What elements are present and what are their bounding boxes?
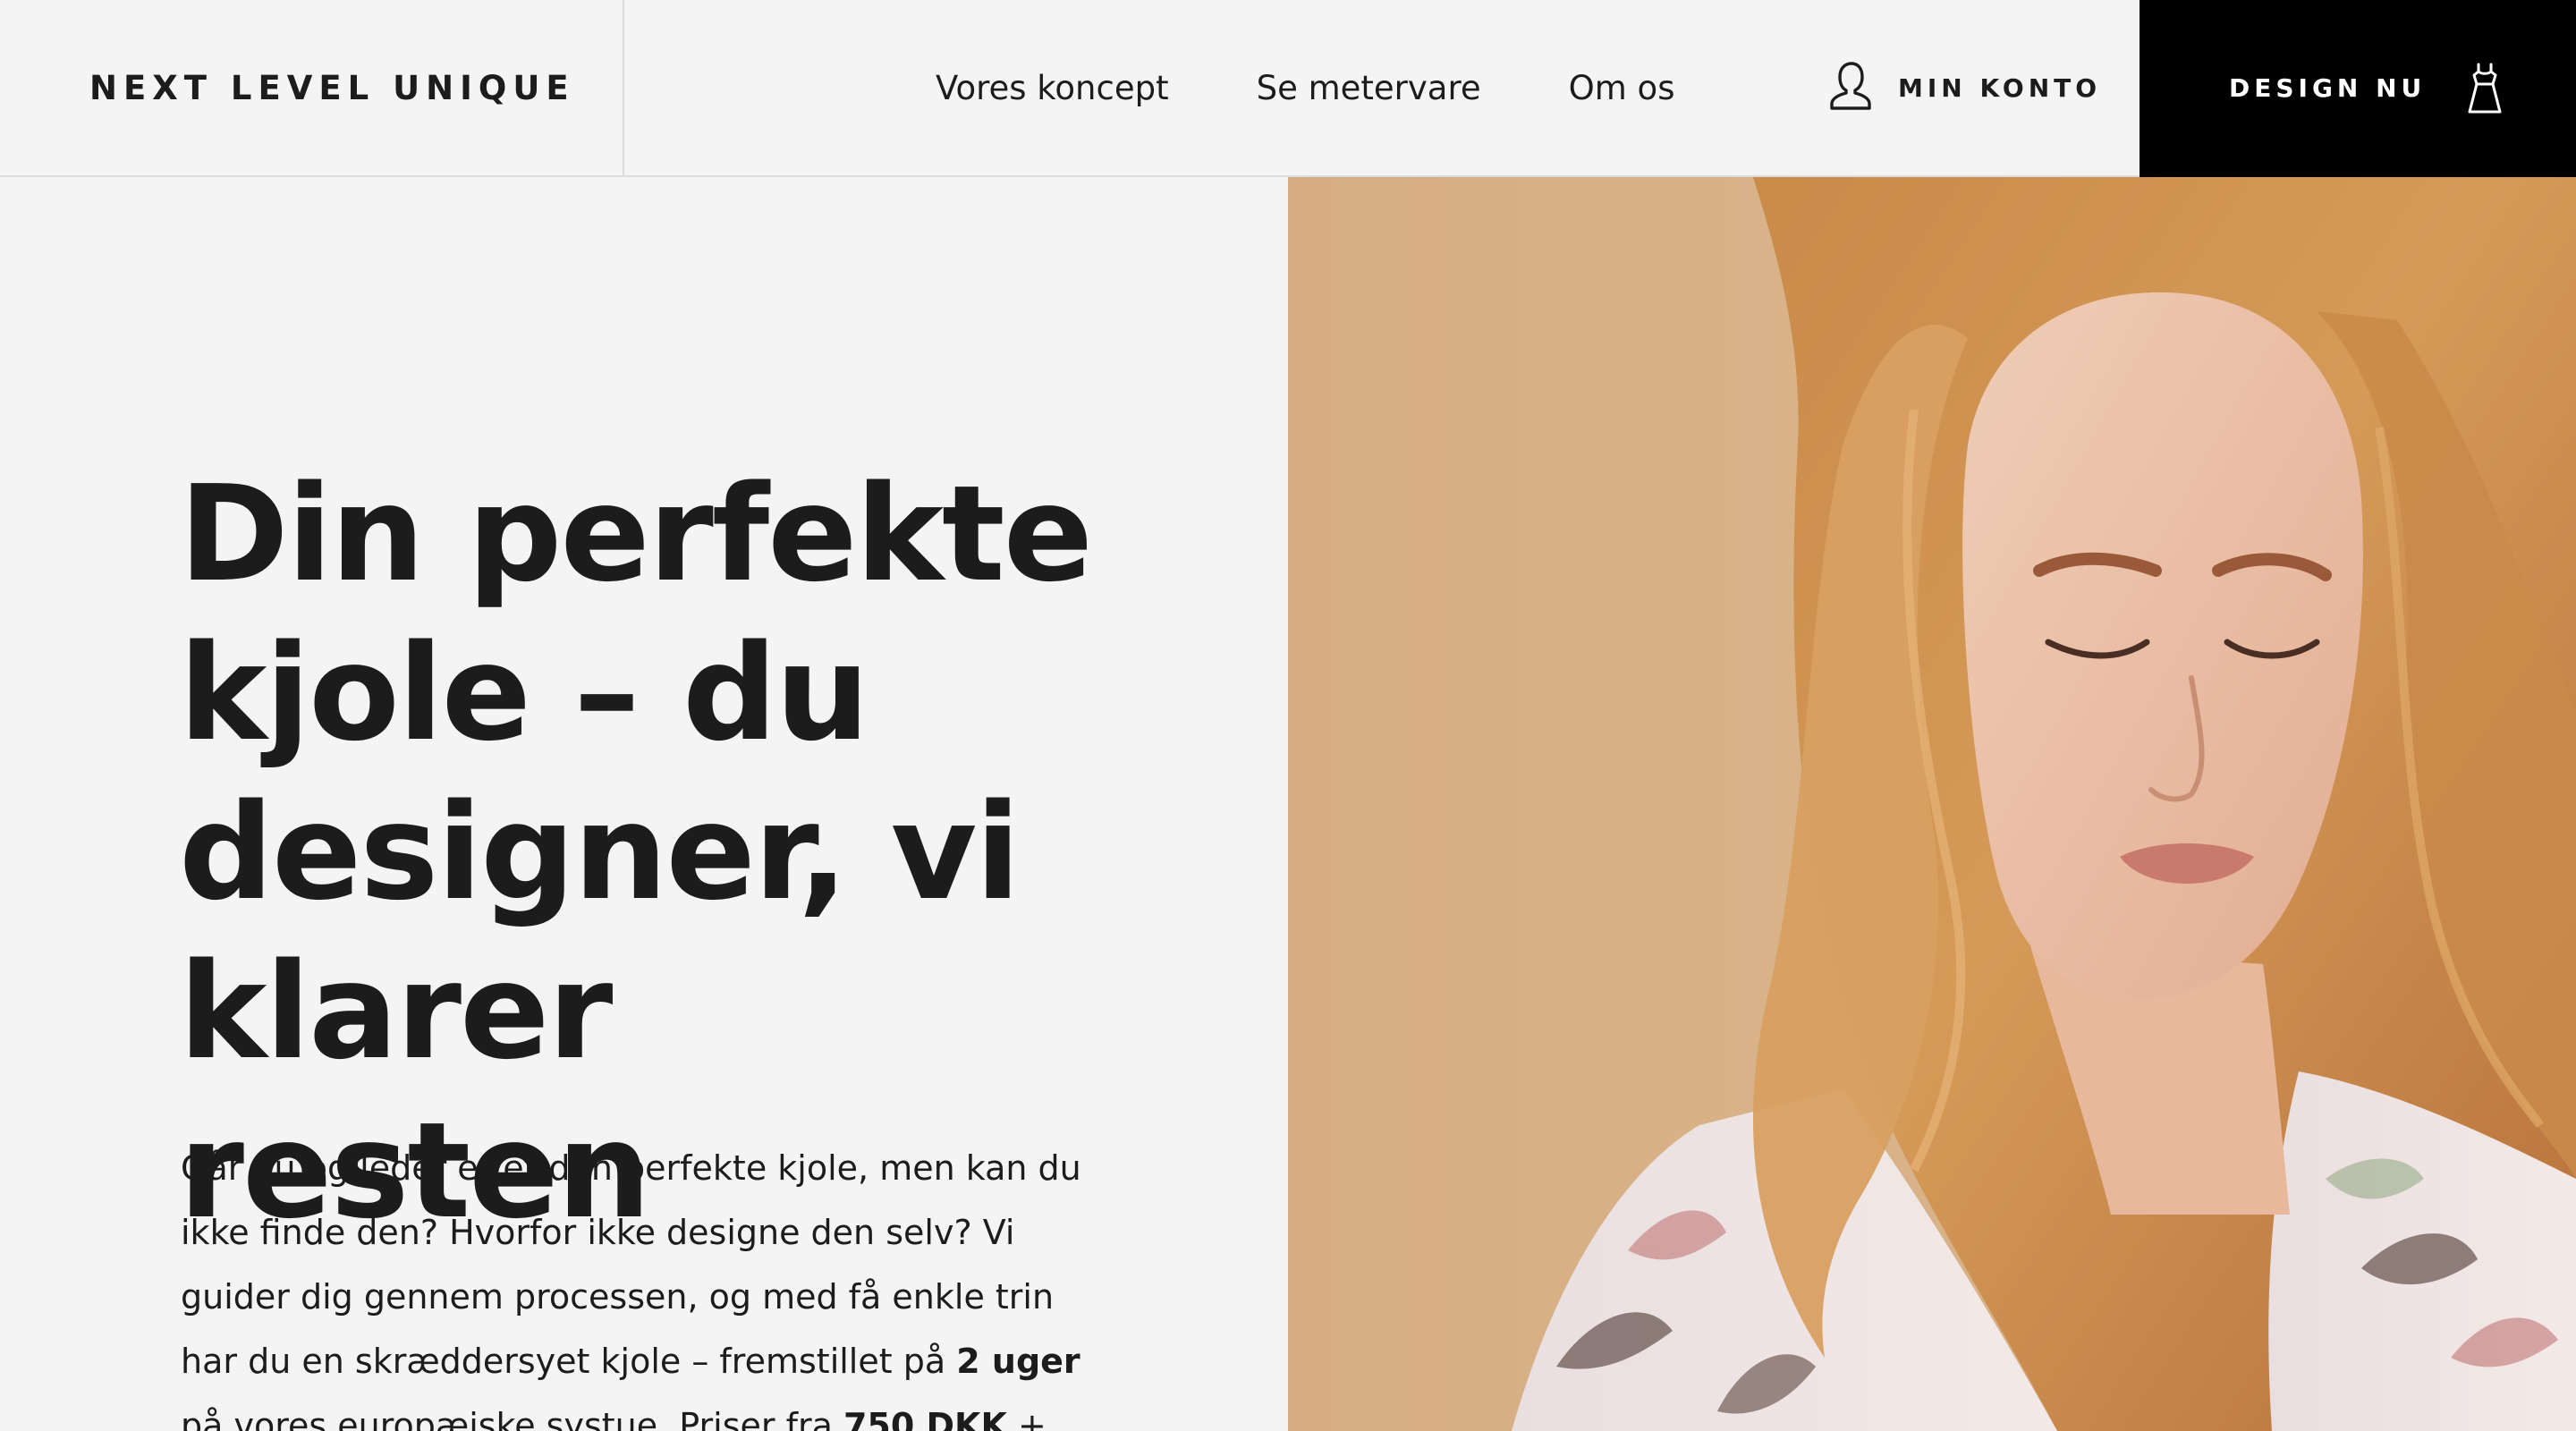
hero-text-panel: Din perfekte kjole – du designer, vi kla… [0, 177, 1288, 1431]
nav-item-se-metervare[interactable]: Se metervare [1257, 69, 1481, 107]
hero-headline: Din perfekte kjole – du designer, vi kla… [179, 457, 1093, 1248]
price-from: 750 DKK [843, 1406, 1007, 1431]
main-nav: Vores koncept Se metervare Om os [936, 0, 1762, 175]
dress-icon [2467, 63, 2503, 118]
nav-item-vores-koncept[interactable]: Vores koncept [936, 69, 1169, 107]
user-icon [1828, 61, 1873, 114]
model-photo [1512, 177, 2576, 1431]
hero-image [1288, 177, 2576, 1431]
intro-text-3: + [1006, 1406, 1046, 1431]
intro-text-1: Går du og leder efter den perfekte kjole… [181, 1148, 1081, 1381]
site-header: NEXT LEVEL UNIQUE Vores koncept Se meter… [0, 0, 2576, 177]
nav-item-om-os[interactable]: Om os [1569, 69, 1675, 107]
site-logo[interactable]: NEXT LEVEL UNIQUE [89, 69, 575, 107]
delivery-time: 2 uger [956, 1342, 1080, 1381]
account-label: MIN KONTO [1898, 72, 2102, 103]
hero-intro: Går du og leder efter den perfekte kjole… [181, 1136, 1093, 1431]
design-now-label: DESIGN NU [2229, 73, 2427, 103]
design-now-button[interactable]: DESIGN NU [2140, 0, 2576, 177]
intro-text-2: på vores europæiske systue. Priser fra [181, 1406, 843, 1431]
logo-cell: NEXT LEVEL UNIQUE [0, 0, 624, 175]
account-link[interactable]: MIN KONTO [1828, 0, 2101, 175]
